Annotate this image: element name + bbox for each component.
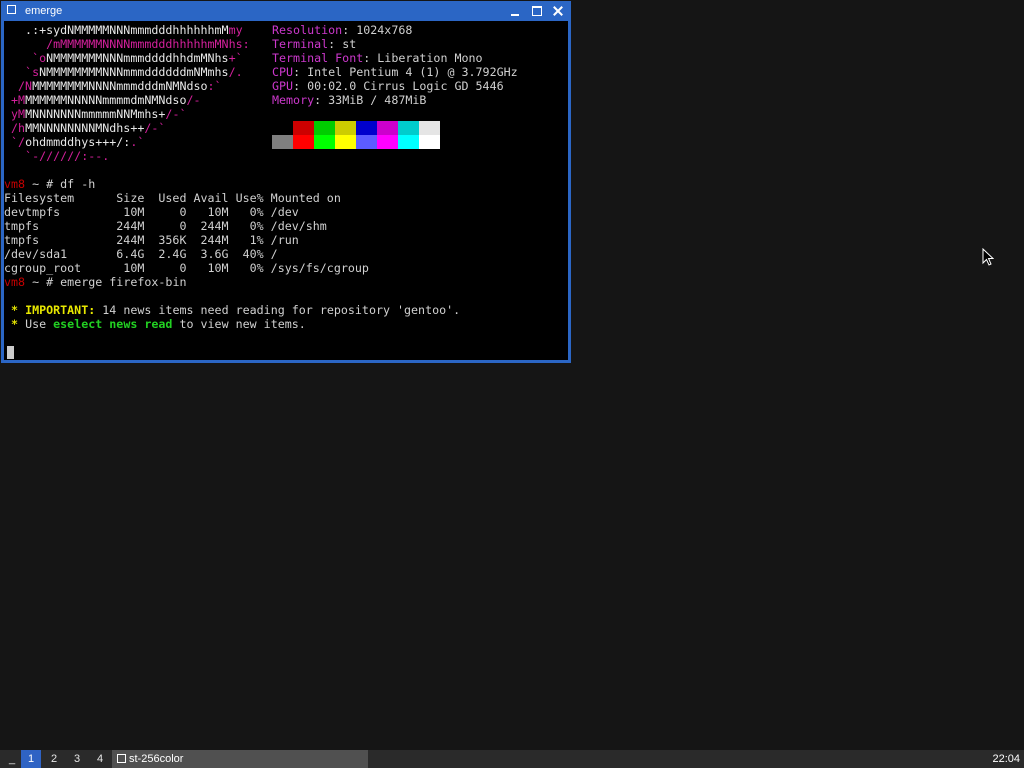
color-swatch [272, 135, 293, 149]
color-swatch [335, 121, 356, 135]
workspace-3[interactable]: 3 [67, 750, 87, 768]
window-titlebar[interactable]: emerge [1, 1, 571, 21]
news-hint-line: * Use eselect news read to view new item… [4, 317, 306, 331]
color-swatch [356, 121, 377, 135]
window-icon [117, 754, 126, 763]
text-cursor [7, 346, 14, 359]
color-swatch [419, 135, 440, 149]
sysinfo-line: CPU: Intel Pentium 4 (1) @ 3.792GHz [272, 65, 518, 79]
maximize-icon[interactable] [530, 4, 544, 18]
logo-line: `oNMMMMMMMNNNmmmddddhhdmMNhs+` [4, 51, 243, 65]
color-swatch [314, 135, 335, 149]
color-swatch [314, 121, 335, 135]
minimize-icon[interactable] [508, 4, 522, 18]
logo-line: +MMMMMMMNNNNNmmmmdmNMNdso/- [4, 93, 201, 107]
df-row: /dev/sda1 6.4G 2.4G 3.6G 40% / [4, 247, 278, 261]
clock: 22:04 [992, 753, 1020, 765]
terminal-area[interactable]: .:+sydNMMMMMNNNmmmdddhhhhhhmMmy /mMMMMMM… [4, 21, 568, 360]
df-header: Filesystem Size Used Avail Use% Mounted … [4, 191, 341, 205]
menu-button[interactable]: _ [4, 750, 20, 768]
window-icon[interactable] [7, 5, 16, 14]
task-button-st[interactable]: st-256color [112, 750, 368, 768]
color-swatch [398, 121, 419, 135]
logo-line: /NMMMMMMMMNNNNmmmdddmNMNdso:` [4, 79, 222, 93]
workspace-1[interactable]: 1 [21, 750, 41, 768]
df-row: devtmpfs 10M 0 10M 0% /dev [4, 205, 299, 219]
color-palette [272, 121, 440, 149]
logo-line: .:+sydNMMMMMNNNmmmdddhhhhhhmMmy [4, 23, 243, 37]
workspace-2[interactable]: 2 [44, 750, 64, 768]
sysinfo-line: Memory: 33MiB / 487MiB [272, 93, 427, 107]
color-swatch [377, 121, 398, 135]
sysinfo-line: Resolution: 1024x768 [272, 23, 413, 37]
color-swatch [419, 121, 440, 135]
df-row: tmpfs 244M 0 244M 0% /dev/shm [4, 219, 327, 233]
color-swatch [272, 121, 293, 135]
logo-line: `/ohdmmddhys+++/:.` [4, 135, 145, 149]
news-important-line: * IMPORTANT: 14 news items need reading … [4, 303, 461, 317]
taskbar: _ 1 2 3 4 st-256color 22:04 [0, 750, 1024, 768]
color-swatch [293, 135, 314, 149]
workspace-4[interactable]: 4 [90, 750, 110, 768]
close-icon[interactable] [551, 4, 565, 18]
color-swatch [377, 135, 398, 149]
logo-line: `sNMMMMMMMMNNNmmmddddddmNMmhs/. [4, 65, 243, 79]
logo-line: /hMMNNNNNNNNMNdhs++/-` [4, 121, 166, 135]
color-swatch [335, 135, 356, 149]
color-swatch [398, 135, 419, 149]
terminal-window[interactable]: emerge .:+sydNMMMMMNNNmmmdddhhhhhhmMmy /… [1, 1, 571, 363]
logo-line: /mMMMMMMNNNNmmmdddhhhhhmMNhs: [46, 37, 250, 51]
df-row: cgroup_root 10M 0 10M 0% /sys/fs/cgroup [4, 261, 369, 275]
mouse-pointer-icon [982, 248, 994, 266]
sysinfo-line: Terminal Font: Liberation Mono [272, 51, 483, 65]
prompt-line: vm8 ~ # emerge firefox-bin [4, 275, 187, 289]
sysinfo-line: Terminal: st [272, 37, 357, 51]
sysinfo-line: GPU: 00:02.0 Cirrus Logic GD 5446 [272, 79, 504, 93]
color-swatch [293, 121, 314, 135]
task-label: st-256color [129, 753, 184, 765]
df-row: tmpfs 244M 356K 244M 1% /run [4, 233, 299, 247]
logo-line: `-//////:--. [4, 149, 110, 163]
window-title: emerge [25, 5, 63, 17]
logo-line: yMMNNNNNNNmmmmmNNMmhs+/-` [4, 107, 187, 121]
prompt-line: vm8 ~ # df -h [4, 177, 96, 191]
color-swatch [356, 135, 377, 149]
